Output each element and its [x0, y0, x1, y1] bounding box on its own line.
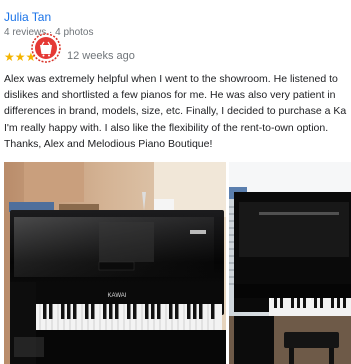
review-text-line: Alex was extremely helpful when I went t…: [4, 73, 338, 85]
piano-photo-icon: [229, 162, 351, 364]
review-time: 12 weeks ago: [67, 50, 135, 62]
review-photo-1[interactable]: KAWAI: [4, 162, 226, 364]
review-text-line: I'm really happy with. I also like the f…: [4, 121, 329, 134]
local-guide-badge-icon: [31, 33, 61, 63]
review-text-line: differences in brand, models, size, etc.…: [4, 105, 347, 118]
review-photo-2[interactable]: [229, 162, 351, 364]
review-text: Alex was extremely helpful when I went t…: [4, 71, 351, 152]
star-icon: ★: [14, 50, 26, 64]
piano-photo-icon: KAWAI: [4, 162, 226, 364]
star-icon: ★: [4, 50, 15, 64]
reviewer-name[interactable]: Julia Tan: [4, 10, 51, 24]
review-text-line: Thanks, Alex and Melodious Piano Boutiqu…: [4, 137, 213, 150]
review-text-line: dislikes and shortlisted a few pianos fo…: [4, 89, 336, 102]
piano-brand-label: KAWAI: [108, 293, 127, 299]
